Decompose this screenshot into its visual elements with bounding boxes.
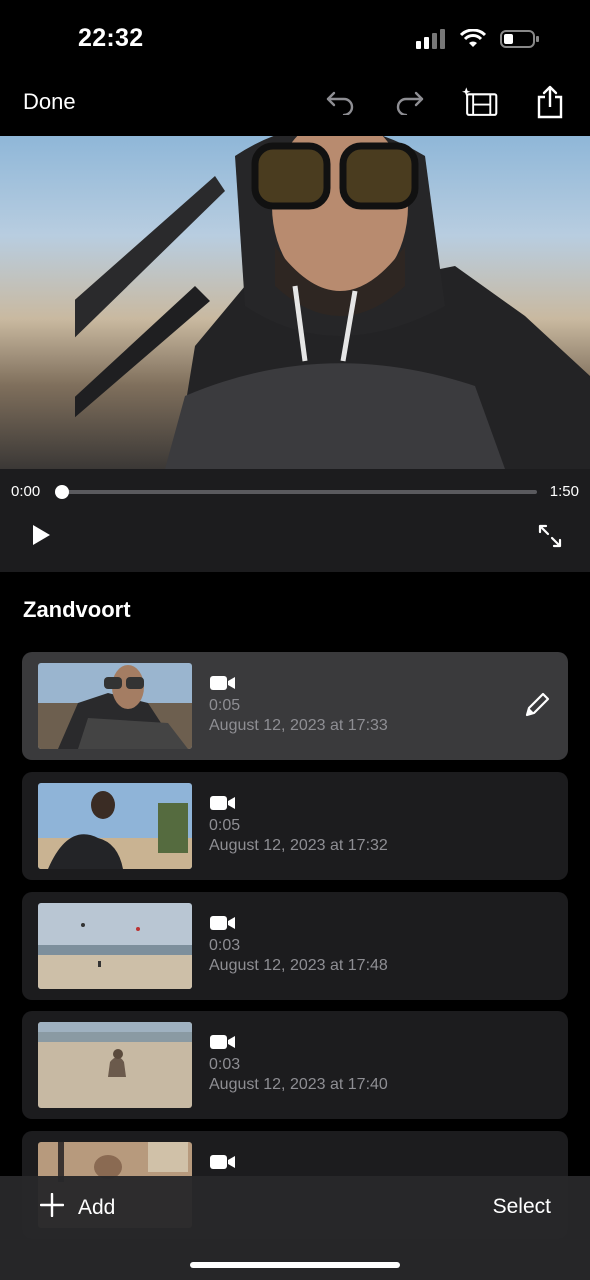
video-camera-icon <box>210 1153 236 1176</box>
clip-date: August 12, 2023 at 17:32 <box>209 837 388 854</box>
preview-frame <box>75 136 590 469</box>
clip-duration: 0:03 <box>209 937 241 954</box>
clip-date: August 12, 2023 at 17:33 <box>209 717 388 734</box>
clip-thumbnail <box>38 783 192 869</box>
done-button[interactable]: Done <box>23 89 76 115</box>
redo-icon[interactable] <box>392 84 428 120</box>
clip-item[interactable]: 0:05 August 12, 2023 at 17:33 <box>22 652 568 760</box>
clip-duration: 0:05 <box>209 817 241 834</box>
home-indicator[interactable] <box>190 1262 400 1268</box>
clip-date: August 12, 2023 at 17:40 <box>209 1076 388 1093</box>
player-controls: 0:00 1:50 <box>0 469 590 572</box>
pencil-icon[interactable] <box>524 692 550 723</box>
magic-movie-icon[interactable] <box>462 84 498 120</box>
play-icon[interactable] <box>30 524 52 551</box>
editor-toolbar <box>322 84 568 120</box>
battery-icon <box>500 29 540 54</box>
clip-date: August 12, 2023 at 17:48 <box>209 957 388 974</box>
clip-duration: 0:05 <box>209 697 241 714</box>
bottom-toolbar: Add Select <box>0 1176 590 1280</box>
add-label: Add <box>78 1196 116 1219</box>
select-button[interactable]: Select <box>493 1195 551 1219</box>
clip-item[interactable]: 0:03 August 12, 2023 at 17:40 <box>22 1011 568 1119</box>
time-end: 1:50 <box>549 483 579 500</box>
fullscreen-icon[interactable] <box>538 524 562 553</box>
video-preview[interactable] <box>0 136 590 469</box>
status-icons <box>416 28 540 54</box>
wifi-icon <box>459 28 487 54</box>
plus-icon <box>39 1192 65 1223</box>
add-button[interactable]: Add <box>39 1192 116 1223</box>
clip-thumbnail <box>38 1022 192 1108</box>
undo-icon[interactable] <box>322 84 358 120</box>
clip-item[interactable]: 0:03 August 12, 2023 at 17:48 <box>22 892 568 1000</box>
video-camera-icon <box>210 794 236 817</box>
clip-thumbnail <box>38 663 192 749</box>
video-camera-icon <box>210 914 236 937</box>
share-icon[interactable] <box>532 84 568 120</box>
scrubber[interactable] <box>62 490 537 494</box>
clip-duration: 0:03 <box>209 1056 241 1073</box>
status-time: 22:32 <box>78 24 144 52</box>
video-camera-icon <box>210 674 236 697</box>
project-title: Zandvoort <box>23 597 131 622</box>
clip-thumbnail <box>38 903 192 989</box>
clip-item[interactable]: 0:05 August 12, 2023 at 17:32 <box>22 772 568 880</box>
signal-icon <box>416 29 446 54</box>
time-start: 0:00 <box>11 483 41 500</box>
video-camera-icon <box>210 1033 236 1056</box>
scrubber-knob[interactable] <box>55 485 69 499</box>
